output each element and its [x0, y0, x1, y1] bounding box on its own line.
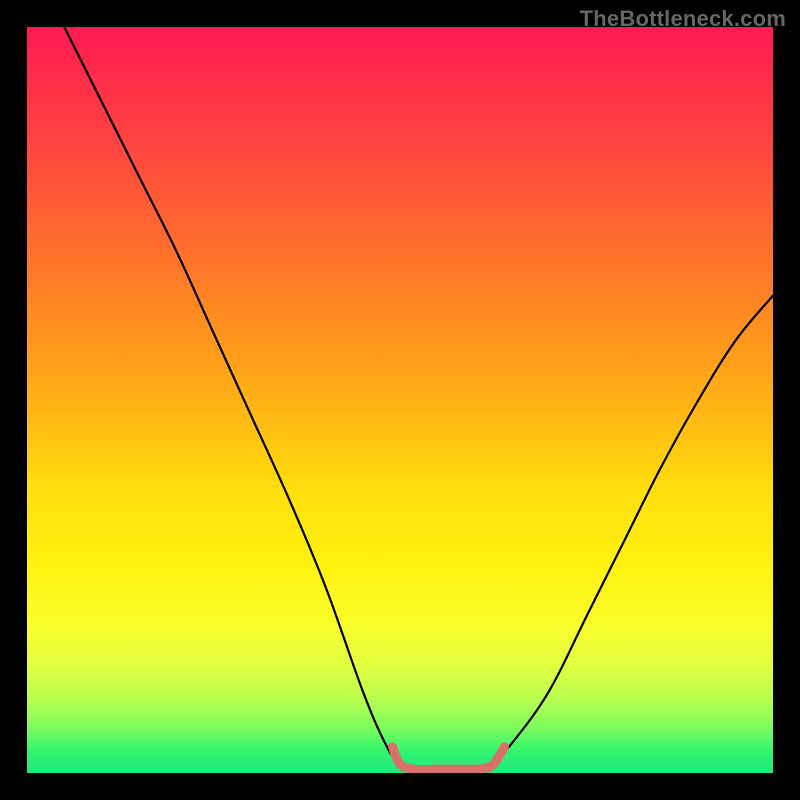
chart-frame: [27, 27, 773, 773]
bottleneck-curve: [64, 27, 773, 773]
optimal-zone-marker: [393, 747, 505, 770]
chart-svg: [27, 27, 773, 773]
watermark-text: TheBottleneck.com: [580, 6, 786, 32]
chart-plot-area: [27, 27, 773, 773]
